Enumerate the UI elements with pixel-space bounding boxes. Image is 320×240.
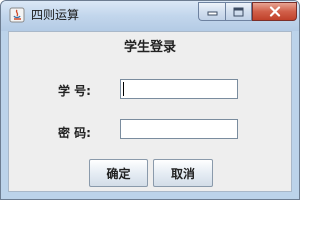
login-panel: 学生登录 学 号: 密 码: 确定 取消 bbox=[8, 31, 292, 192]
password-input[interactable] bbox=[120, 119, 238, 139]
text-caret bbox=[123, 82, 124, 96]
password-label: 密 码: bbox=[58, 126, 91, 140]
cancel-button[interactable]: 取消 bbox=[153, 159, 213, 187]
app-window: 四则运算 学生登录 学 号: 密 码: 确定 取消 bbox=[0, 0, 300, 200]
student-id-label: 学 号: bbox=[58, 84, 91, 98]
window-controls bbox=[198, 2, 297, 22]
minimize-button[interactable] bbox=[198, 2, 225, 21]
title-bar[interactable]: 四则运算 bbox=[1, 1, 299, 31]
close-icon bbox=[269, 6, 280, 17]
java-app-icon[interactable] bbox=[9, 7, 25, 23]
form-title: 学生登录 bbox=[123, 40, 176, 55]
minimize-icon bbox=[207, 11, 217, 16]
close-button[interactable] bbox=[252, 2, 297, 21]
maximize-button[interactable] bbox=[225, 2, 252, 21]
student-id-input[interactable] bbox=[120, 79, 238, 99]
window-title: 四则运算 bbox=[31, 8, 80, 22]
maximize-icon bbox=[233, 7, 244, 16]
confirm-button[interactable]: 确定 bbox=[89, 159, 148, 187]
